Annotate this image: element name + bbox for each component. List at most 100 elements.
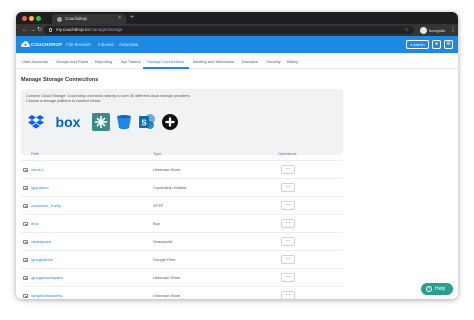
address-bar[interactable]: my.couchdrop.io/manage/storage ☆ — [44, 26, 414, 34]
storage-icon — [23, 276, 28, 280]
settings-tabs: User Accounts Groups and Roles Reporting… — [16, 53, 458, 69]
favicon-icon — [57, 16, 62, 22]
operations-button[interactable]: ··· — [281, 182, 295, 192]
nav-automate[interactable]: Automate — [119, 42, 138, 47]
url-text: my.couchdrop.io/manage/storage — [56, 27, 122, 32]
storage-path-link[interactable]: /box — [31, 221, 39, 226]
storage-path-link[interactable]: /gcpdemo — [31, 185, 49, 190]
active-tab-indicator — [143, 67, 189, 69]
operations-button[interactable]: ··· — [281, 254, 295, 264]
table-row: /box Box ··· — [21, 214, 343, 232]
settings-icon[interactable]: ⚙ — [444, 40, 453, 49]
tab-groups-and-roles[interactable]: Groups and Roles — [56, 59, 88, 64]
lock-icon — [49, 27, 52, 32]
tab-user-accounts[interactable]: User Accounts — [22, 59, 48, 64]
help-label: Help — [435, 286, 446, 292]
operations-button[interactable]: ··· — [281, 272, 295, 282]
tab-title: Couchdrop — [65, 15, 88, 21]
browser-menu-icon[interactable]: ⋮ — [450, 26, 456, 34]
storage-path-link[interactable]: /dropboxbusiness — [31, 293, 62, 298]
operations-button[interactable]: ··· — [281, 200, 295, 210]
column-header-operations: Operations — [278, 152, 297, 156]
browser-tab-strip: Couchdrop × + — [16, 12, 458, 24]
svg-text:S: S — [141, 119, 147, 128]
admin-dropdown-button[interactable]: ▾ Admin — [406, 40, 429, 49]
table-row: /dropboxbusiness Unknown Store ··· — [21, 286, 343, 299]
tab-api-tokens[interactable]: Api Tokens — [121, 59, 141, 64]
tab-storage-connections[interactable]: Storage Connections — [147, 59, 184, 64]
forward-arrow-icon[interactable]: → — [30, 26, 36, 34]
browser-window: Couchdrop × + ← → ↻ my.couchdrop.io/mana… — [16, 12, 458, 299]
operations-button[interactable]: ··· — [281, 218, 295, 228]
logo-text: COUCHDROP — [31, 42, 63, 47]
user-icon[interactable]: ● — [432, 40, 441, 49]
dropbox-icon[interactable] — [26, 112, 46, 132]
storage-path-link[interactable]: /googleworkspace — [31, 275, 63, 280]
sharepoint-icon[interactable]: S — [137, 112, 157, 132]
plus-circle-icon[interactable] — [160, 112, 180, 132]
reload-icon[interactable]: ↻ — [37, 26, 42, 34]
app-header: COUCHDROP File Browser Inboxes Automate … — [16, 36, 458, 53]
storage-type: Couchdrop Hosted — [153, 185, 187, 190]
browser-tab[interactable]: Couchdrop × — [52, 14, 126, 24]
operations-button[interactable]: ··· — [281, 164, 295, 174]
incognito-icon[interactable] — [420, 26, 427, 34]
tab-close-icon[interactable]: × — [118, 15, 121, 21]
url-host: my.couchdrop.io — [56, 27, 89, 32]
tab-security[interactable]: Security — [266, 59, 280, 64]
s3-bucket-icon[interactable] — [114, 112, 134, 132]
table-row: /googledrive Google Files ··· — [21, 250, 343, 268]
storage-path-link[interactable]: /store1 — [31, 167, 43, 172]
incognito-label: Incognito — [429, 27, 446, 33]
storage-icon — [23, 186, 28, 190]
table-row: /googleworkspace Unknown Store ··· — [21, 268, 343, 286]
maximize-window-button[interactable] — [36, 15, 41, 21]
sftp-icon[interactable] — [91, 112, 111, 132]
storage-path-link[interactable]: /sharepoint — [31, 239, 51, 244]
bookmark-star-icon[interactable]: ☆ — [405, 27, 409, 33]
storage-icon — [23, 294, 28, 298]
section-title: Manage Storage Connections — [21, 77, 99, 83]
help-button[interactable]: ? Help — [421, 283, 453, 295]
storage-type: SFTP — [153, 203, 164, 208]
tab-reporting[interactable]: Reporting — [95, 59, 112, 64]
back-arrow-icon[interactable]: ← — [22, 26, 28, 34]
new-tab-button[interactable]: + — [130, 14, 134, 21]
table-row: /customer_b-sftp SFTP ··· — [21, 196, 343, 214]
url-path: /manage/storage — [88, 27, 123, 32]
browser-toolbar: ← → ↻ my.couchdrop.io/manage/storage ☆ I… — [16, 24, 458, 36]
storage-type: Unknown Store — [153, 275, 181, 280]
nav-inboxes[interactable]: Inboxes — [98, 42, 114, 47]
intro-line-1: Connect Cloud Storage. Couchdrop connect… — [26, 94, 191, 98]
couchdrop-logo-icon[interactable] — [21, 41, 30, 48]
storage-type: Box — [153, 221, 160, 226]
storage-type: Google Files — [153, 257, 176, 262]
storage-icon — [23, 258, 28, 262]
operations-button[interactable]: ··· — [281, 236, 295, 246]
close-window-button[interactable] — [22, 15, 27, 21]
column-header-type: Type — [153, 152, 162, 156]
storage-icon — [23, 168, 28, 172]
table-row: /sharepoint Sharepoint ··· — [21, 232, 343, 250]
table-row: /gcpdemo Couchdrop Hosted ··· — [21, 178, 343, 196]
column-header-path: Path — [31, 152, 39, 156]
tab-alerting-and-webhooks[interactable]: Alerting and Webhooks — [193, 59, 234, 64]
storage-type: Unknown Store — [153, 293, 181, 298]
intro-line-2: Choose a storage platform to connect bel… — [26, 99, 102, 103]
box-icon[interactable]: box — [53, 112, 83, 132]
help-question-icon: ? — [426, 286, 432, 292]
tab-billing[interactable]: Billing — [287, 59, 298, 64]
admin-label: Admin — [413, 42, 425, 47]
minimize-window-button[interactable] — [29, 15, 34, 21]
storage-icon — [23, 240, 28, 244]
nav-file-browser[interactable]: File Browser — [66, 42, 91, 47]
svg-text:box: box — [56, 114, 81, 130]
tab-domains[interactable]: Domains — [242, 59, 258, 64]
storage-type: Sharepoint — [153, 239, 173, 244]
storage-icon — [23, 204, 28, 208]
table-row: /store1 Unknown Store ··· — [21, 160, 343, 178]
storage-icon — [23, 222, 28, 226]
operations-button[interactable]: ··· — [281, 290, 295, 299]
storage-path-link[interactable]: /customer_b-sftp — [31, 203, 61, 208]
storage-path-link[interactable]: /googledrive — [31, 257, 53, 262]
